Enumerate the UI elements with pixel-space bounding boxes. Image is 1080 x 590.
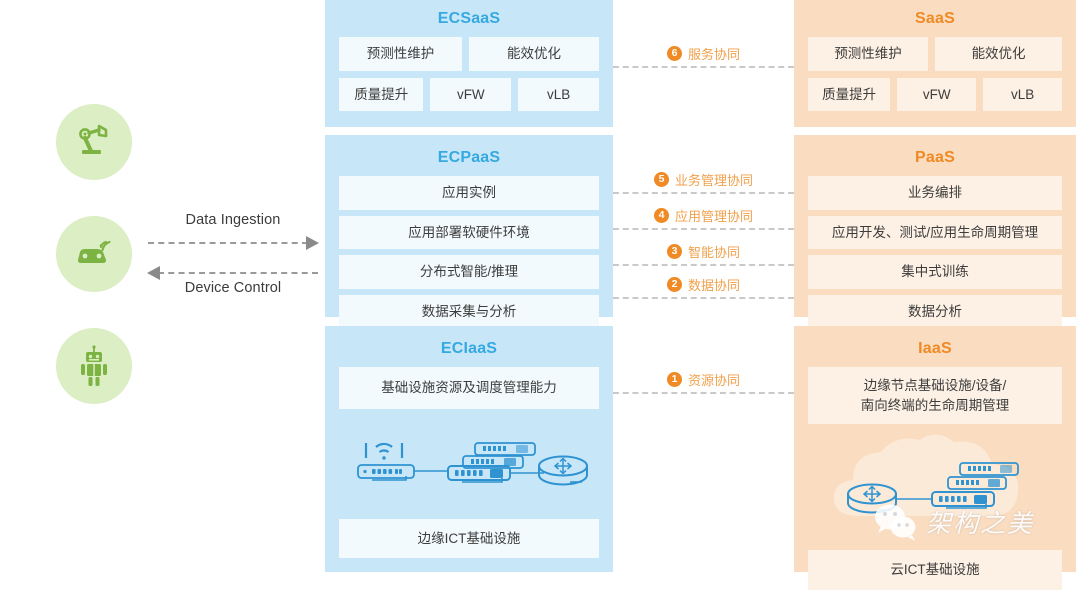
paas-item-list: 业务编排 应用开发、测试/应用生命周期管理 集中式训练 数据分析 [808,176,1062,329]
edge-network-illustration [339,419,599,511]
ecpaas-item-data-collection[interactable]: 数据采集与分析 [339,294,599,329]
collaboration-number-6: 6 [666,46,682,61]
collaboration-dash-1 [613,392,794,394]
collaboration-item-2[interactable]: 2 数据协同 [613,275,794,299]
panel-eciaas: ECIaaS 基础设施资源及调度管理能力 边缘ICT基础设施 [325,326,613,572]
collaboration-dash-6 [613,66,794,68]
device-robotic-arm [56,104,132,180]
ingestion-dashed-line [148,242,308,244]
panel-iaas: IaaS 边缘节点基础设施/设备/ 南向终端的生命周期管理 云ICT基础设施 [794,326,1076,590]
robot-icon [81,345,107,386]
panel-ecsaas: ECSaaS 预测性维护 能效优化 质量提升 vFW vLB [325,0,613,127]
ecsaas-cell-predictive-maintenance[interactable]: 预测性维护 [339,37,463,71]
iaas-title: IaaS [918,340,952,357]
saas-cell-vlb[interactable]: vLB [983,77,1062,112]
collaboration-connectors: 6 服务协同 5 业务管理协同 4 应用管理协同 3 智能协同 2 数据协同 1… [613,0,794,568]
connected-car-icon [78,240,111,263]
collaboration-dash-4 [613,228,794,230]
paas-item-app-lifecycle[interactable]: 应用开发、测试/应用生命周期管理 [808,215,1062,250]
ecsaas-cell-vfw[interactable]: vFW [430,77,512,112]
saas-cell-predictive-maintenance[interactable]: 预测性维护 [808,37,929,71]
saas-title: SaaS [915,10,955,27]
collaboration-item-4[interactable]: 4 应用管理协同 [613,206,794,230]
cloud-network-illustration [808,428,1062,550]
collaboration-label-2: 数据协同 [687,278,740,293]
ecpaas-title: ECPaaS [437,149,501,166]
saas-row-1: 预测性维护 能效优化 [808,37,1062,71]
collaboration-dash-2 [613,297,794,299]
ingestion-arrow-head [306,236,319,250]
eciaas-title: ECIaaS [440,340,498,357]
collaboration-item-1[interactable]: 1 资源协同 [613,370,794,394]
ecpaas-item-deploy-env[interactable]: 应用部署软硬件环境 [339,215,599,250]
ecsaas-row-1: 预测性维护 能效优化 [339,37,599,71]
robot-arm-icon [79,124,108,154]
ecsaas-cell-energy-optimization[interactable]: 能效优化 [469,37,599,71]
device-connected-car [56,216,132,292]
device-control-label: Device Control [184,280,282,296]
collaboration-number-5: 5 [653,172,669,187]
saas-cell-vfw[interactable]: vFW [897,77,977,112]
eciaas-item-infra-resource[interactable]: 基础设施资源及调度管理能力 [339,367,599,409]
device-robot [56,328,132,404]
paas-item-data-analysis[interactable]: 数据分析 [808,294,1062,329]
cloud-network-topology-icon [847,462,1019,514]
panel-ecpaas: ECPaaS 应用实例 应用部署软硬件环境 分布式智能/推理 数据采集与分析 [325,135,613,329]
iaas-item-cloud-ict-infra[interactable]: 云ICT基础设施 [808,550,1062,590]
ecpaas-item-list: 应用实例 应用部署软硬件环境 分布式智能/推理 数据采集与分析 [339,176,599,329]
device-column [38,104,152,424]
collaboration-dash-3 [613,264,794,266]
saas-row-2: 质量提升 vFW vLB [808,77,1062,112]
collaboration-label-6: 服务协同 [687,47,740,62]
collaboration-label-4: 应用管理协同 [674,209,753,224]
paas-item-centralized-training[interactable]: 集中式训练 [808,255,1062,289]
saas-cell-quality-improvement[interactable]: 质量提升 [808,77,891,112]
collaboration-item-5[interactable]: 5 业务管理协同 [613,170,794,194]
ecpaas-item-app-instance[interactable]: 应用实例 [339,176,599,210]
panel-saas: SaaS 预测性维护 能效优化 质量提升 vFW vLB [794,0,1076,127]
data-ingestion-label: Data Ingestion [185,212,281,228]
collaboration-number-4: 4 [653,208,669,223]
paas-item-service-orchestration[interactable]: 业务编排 [808,176,1062,210]
paas-title: PaaS [915,149,955,166]
network-topology-icon [357,441,588,486]
ecpaas-item-distributed-ai[interactable]: 分布式智能/推理 [339,255,599,289]
ecsaas-cell-vlb[interactable]: vLB [518,77,599,112]
collaboration-dash-5 [613,192,794,194]
collaboration-number-1: 1 [666,372,682,387]
ecsaas-title: ECSaaS [437,10,501,27]
iaas-item-edge-node-lifecycle[interactable]: 边缘节点基础设施/设备/ 南向终端的生命周期管理 [808,367,1062,425]
collaboration-number-2: 2 [666,277,682,292]
panel-paas: PaaS 业务编排 应用开发、测试/应用生命周期管理 集中式训练 数据分析 [794,135,1076,329]
collaboration-label-5: 业务管理协同 [674,173,753,188]
ecsaas-row-2: 质量提升 vFW vLB [339,77,599,112]
collaboration-item-3[interactable]: 3 智能协同 [613,242,794,266]
collaboration-label-3: 智能协同 [687,245,740,260]
eciaas-item-edge-ict-infra[interactable]: 边缘ICT基础设施 [339,518,599,559]
collaboration-number-3: 3 [666,244,682,259]
control-dashed-line [158,272,318,274]
collaboration-label-1: 资源协同 [687,373,740,388]
data-flow-arrows: Data Ingestion Device Control [147,212,319,308]
collaboration-item-6[interactable]: 6 服务协同 [613,44,794,68]
control-arrow-head [147,266,160,280]
ecsaas-cell-quality-improvement[interactable]: 质量提升 [339,77,424,112]
saas-cell-energy-optimization[interactable]: 能效优化 [935,37,1062,71]
